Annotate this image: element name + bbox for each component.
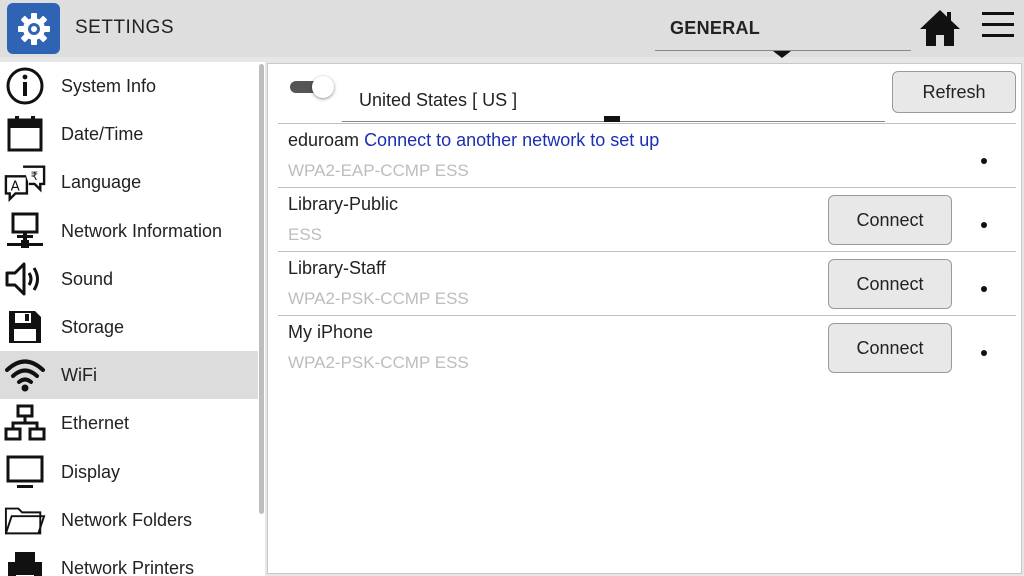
- sidebar-item-label: Language: [61, 171, 142, 192]
- sidebar-item-label: Sound: [61, 268, 114, 289]
- connect-button[interactable]: Connect: [828, 259, 952, 309]
- sidebar-item-label: Network Printers: [61, 557, 195, 576]
- sidebar-item-language[interactable]: A ₹ Language: [0, 158, 258, 206]
- network-name: eduroam: [288, 130, 360, 150]
- sidebar-item-display[interactable]: Display: [0, 448, 258, 496]
- sidebar-item-label: System Info: [61, 75, 157, 96]
- svg-text:A: A: [11, 180, 21, 195]
- sidebar-scrollbar[interactable]: [259, 64, 264, 514]
- tab-indicator: [773, 51, 791, 58]
- sidebar-item-label: WiFi: [61, 364, 97, 385]
- sidebar-item-ethernet[interactable]: Ethernet: [0, 399, 258, 447]
- wifi-icon: [4, 354, 46, 396]
- network-name: Library-Public: [288, 194, 399, 214]
- page-title: SETTINGS: [75, 17, 175, 38]
- network-name: My iPhone: [288, 322, 374, 342]
- folder-icon: [4, 499, 46, 541]
- monitor-icon: [4, 451, 46, 493]
- sidebar-item-storage[interactable]: Storage: [0, 303, 258, 351]
- network-row-library-staff[interactable]: Library-Staff WPA2-PSK-CCMP ESS Connect: [278, 251, 1016, 315]
- tab-general-label: GENERAL: [670, 18, 761, 38]
- connect-button[interactable]: Connect: [828, 323, 952, 373]
- signal-dot: [981, 222, 987, 228]
- network-row-my-iphone[interactable]: My iPhone WPA2-PSK-CCMP ESS Connect: [278, 315, 1016, 379]
- refresh-button[interactable]: Refresh: [892, 71, 1016, 113]
- connect-button[interactable]: Connect: [828, 195, 952, 245]
- sidebar-item-sound[interactable]: Sound: [0, 255, 258, 303]
- printer-icon: [4, 547, 46, 576]
- sidebar-item-network-information[interactable]: Network Information: [0, 207, 258, 255]
- language-icon: A ₹: [4, 161, 46, 203]
- sidebar-item-system-info[interactable]: System Info: [0, 62, 258, 110]
- signal-dot: [981, 158, 987, 164]
- wifi-toggle[interactable]: [290, 76, 336, 98]
- network-security: WPA2-EAP-CCMP ESS: [288, 161, 469, 180]
- sidebar-item-label: Storage: [61, 316, 125, 337]
- sidebar-item-date-time[interactable]: Date/Time: [0, 110, 258, 158]
- network-security: ESS: [288, 225, 323, 244]
- network-security: WPA2-PSK-CCMP ESS: [288, 353, 469, 372]
- sidebar-item-label: Date/Time: [61, 123, 144, 144]
- info-icon: [4, 65, 46, 107]
- sidebar-item-label: Display: [61, 461, 121, 482]
- network-row-library-public[interactable]: Library-Public ESS Connect: [278, 187, 1016, 251]
- region-dropdown[interactable]: United States [ US ]: [342, 76, 885, 122]
- network-security: WPA2-PSK-CCMP ESS: [288, 289, 469, 308]
- region-value: United States [ US ]: [359, 90, 518, 110]
- network-row-eduroam[interactable]: eduroam Connect to another network to se…: [278, 123, 1016, 187]
- speaker-icon: [4, 258, 46, 300]
- sidebar-item-network-printers[interactable]: Network Printers: [0, 544, 258, 576]
- gear-icon[interactable]: [7, 3, 60, 54]
- sidebar-item-wifi[interactable]: WiFi: [0, 351, 258, 399]
- sidebar-item-label: Network Information: [61, 220, 223, 241]
- signal-dot: [981, 286, 987, 292]
- home-icon[interactable]: [918, 8, 962, 48]
- sidebar-item-label: Network Folders: [61, 509, 193, 530]
- sidebar-item-network-folders[interactable]: Network Folders: [0, 496, 258, 544]
- calendar-icon: [4, 113, 46, 155]
- tab-general[interactable]: GENERAL: [655, 0, 911, 51]
- sidebar: System Info Date/Time A ₹ Language Networ…: [0, 62, 265, 576]
- dropdown-indicator: [604, 116, 620, 122]
- sidebar-item-label: Ethernet: [61, 412, 130, 433]
- signal-dot: [981, 350, 987, 356]
- network-computer-icon: [4, 210, 46, 252]
- svg-text:₹: ₹: [31, 169, 38, 183]
- network-name: Library-Staff: [288, 258, 386, 278]
- top-bar: SETTINGS GENERAL: [0, 0, 1024, 57]
- setup-link[interactable]: Connect to another network to set up: [364, 130, 659, 150]
- hamburger-menu-icon[interactable]: [982, 12, 1016, 44]
- ethernet-icon: [4, 402, 46, 444]
- floppy-disk-icon: [4, 306, 46, 348]
- wifi-panel: United States [ US ] Refresh eduroam Con…: [267, 63, 1022, 574]
